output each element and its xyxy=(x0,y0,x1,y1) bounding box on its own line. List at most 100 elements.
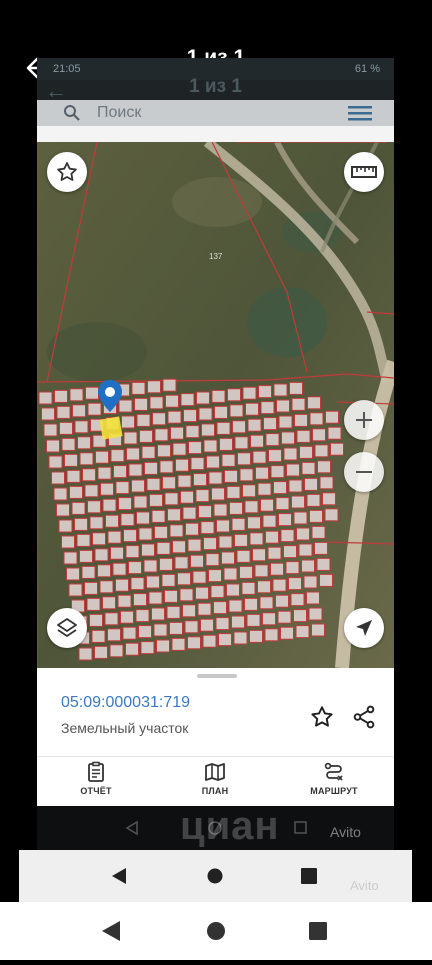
cadastral-parcel xyxy=(301,559,315,573)
cadastral-parcel xyxy=(105,514,119,528)
cadastral-parcel xyxy=(252,548,266,562)
nav-route[interactable]: МАРШРУТ xyxy=(279,761,389,796)
cadastral-parcel xyxy=(151,607,165,621)
cadastral-parcel xyxy=(38,391,53,405)
zoom-out-button[interactable] xyxy=(344,452,384,492)
avito-watermark: Avito xyxy=(330,824,361,840)
cadastral-parcel xyxy=(157,444,171,458)
zoom-in-button[interactable] xyxy=(344,400,384,440)
satellite-map[interactable]: 137 xyxy=(37,142,394,668)
cadastral-parcel xyxy=(291,495,305,509)
favorite-star-icon[interactable] xyxy=(309,704,335,730)
cadastral-parcel xyxy=(213,601,227,615)
cadastral-parcel xyxy=(203,439,218,453)
system-back-icon xyxy=(102,921,120,941)
cadastral-parcel xyxy=(59,421,73,435)
cadastral-parcel xyxy=(131,479,145,493)
cadastral-parcel xyxy=(149,493,163,507)
cadastral-parcel xyxy=(239,468,254,482)
layers-button[interactable] xyxy=(47,608,87,648)
drag-handle[interactable] xyxy=(197,674,237,678)
cadastral-parcel xyxy=(304,477,318,491)
cadastral-parcel xyxy=(180,490,194,504)
cadastral-parcel xyxy=(298,543,313,557)
ruler-button[interactable] xyxy=(344,152,384,192)
cadastral-parcel xyxy=(232,420,246,434)
cadastral-parcel xyxy=(234,533,248,547)
cadastral-parcel xyxy=(152,412,166,426)
cadastral-parcel xyxy=(61,535,75,549)
cadastral-parcel xyxy=(63,551,78,565)
cadastral-parcel xyxy=(259,596,274,610)
cadastral-parcel xyxy=(53,487,68,501)
cadastral-parcel xyxy=(223,567,238,581)
cadastral-parcel xyxy=(272,578,287,592)
inner-screenshot: 21:05 61 % ← 1 из 1 Поиск 137 05:09:0000… xyxy=(37,58,394,806)
cadastral-parcel xyxy=(309,412,324,426)
cadastral-parcel xyxy=(273,481,287,495)
cadastral-parcel xyxy=(203,537,217,551)
cadastral-parcel xyxy=(153,623,168,637)
cadastral-parcel xyxy=(312,428,326,442)
cadastral-parcel xyxy=(260,498,274,512)
cadastral-parcel xyxy=(159,557,173,571)
cadastral-parcel xyxy=(314,541,328,555)
cadastral-parcel xyxy=(215,617,230,631)
cadastral-parcel xyxy=(246,613,261,627)
cadastral-parcel xyxy=(322,492,336,506)
cadastral-parcel xyxy=(324,508,339,522)
cadastral-parcel xyxy=(262,514,277,528)
cadastral-parcel xyxy=(198,407,213,421)
cadastral-parcel xyxy=(79,452,94,466)
my-location-button[interactable] xyxy=(344,608,384,648)
cadastral-parcel xyxy=(270,562,284,576)
cadastral-parcel xyxy=(325,410,339,424)
cadastral-parcel xyxy=(112,562,127,576)
cadastral-parcel xyxy=(74,420,89,434)
cadastral-parcel xyxy=(51,471,65,485)
cadastral-parcel xyxy=(311,623,325,637)
cadastral-parcel xyxy=(278,513,292,527)
cadastral-parcel xyxy=(249,629,263,643)
nav-plan[interactable]: ПЛАН xyxy=(160,761,270,796)
cadastral-parcel xyxy=(210,585,225,599)
cadastral-parcel xyxy=(195,489,210,503)
search-bar[interactable]: Поиск xyxy=(37,100,394,126)
cadastral-parcel xyxy=(273,383,288,397)
cadastral-parcel xyxy=(102,596,116,610)
cadastral-parcel xyxy=(218,633,232,647)
cadastral-parcel xyxy=(123,431,138,445)
cadastral-parcel xyxy=(115,481,130,495)
share-icon[interactable] xyxy=(351,704,377,730)
cadastral-parcel xyxy=(316,557,331,571)
favorite-star-button[interactable] xyxy=(47,152,87,192)
cadastral-parcel xyxy=(64,453,78,467)
cadastral-parcel xyxy=(66,567,80,581)
cadastral-parcel xyxy=(252,450,267,464)
cadastral-parcel xyxy=(110,546,124,560)
cadastral-parcel xyxy=(290,593,305,607)
object-info-panel[interactable]: 05:09:000031:719 Земельный участок xyxy=(37,668,394,756)
cadastral-parcel xyxy=(123,529,137,543)
cadastral-parcel xyxy=(104,612,119,626)
nav-report[interactable]: ОТЧЁТ xyxy=(41,761,151,796)
cadastral-parcel xyxy=(293,511,308,525)
cadastral-parcel xyxy=(227,388,241,402)
cadastral-parcel xyxy=(134,397,148,411)
cadastral-parcel xyxy=(97,466,112,480)
cadastral-parcel xyxy=(133,495,148,509)
cadastral-parcel xyxy=(97,564,111,578)
status-battery: 61 % xyxy=(354,63,380,75)
cadastral-parcel xyxy=(195,586,209,600)
cadastral-parcel xyxy=(177,572,191,586)
menu-icon[interactable] xyxy=(348,106,372,121)
cadastral-number[interactable]: 05:09:000031:719 xyxy=(61,694,190,712)
cadastral-parcel xyxy=(87,402,102,416)
cadastral-parcel xyxy=(275,594,289,608)
search-input[interactable]: Поиск xyxy=(97,104,141,122)
cadastral-parcel xyxy=(265,433,280,447)
cadastral-parcel xyxy=(82,468,96,482)
cadastral-parcel xyxy=(268,449,282,463)
cadastral-parcel xyxy=(250,434,264,448)
cadastral-parcel xyxy=(317,460,331,474)
